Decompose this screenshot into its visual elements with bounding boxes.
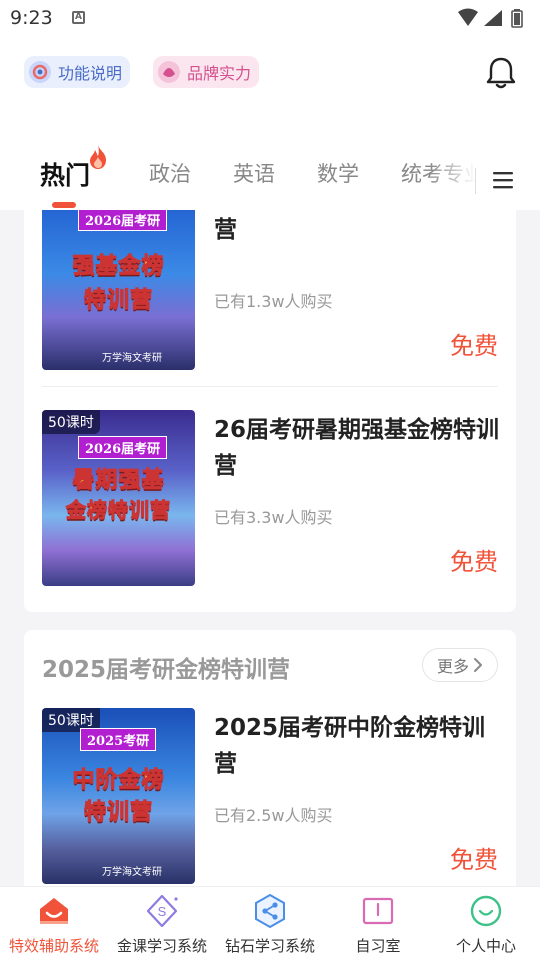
- thumb-tag: 2026届考研: [78, 210, 168, 231]
- thumb-title-line-2: 特训营: [83, 799, 153, 826]
- tab-active-indicator: [52, 202, 76, 208]
- home-icon: [40, 898, 68, 924]
- more-button[interactable]: 更多: [422, 648, 498, 682]
- book-icon: [362, 897, 394, 925]
- profile-icon: [470, 895, 502, 927]
- course-title: 2026届考研强基金榜特训营: [214, 217, 237, 243]
- nav-item-gold-course[interactable]: S 金课学习系统: [108, 887, 216, 960]
- course-price: 免费: [450, 548, 498, 576]
- nav-label: 自习室: [355, 937, 401, 955]
- bell-icon[interactable]: [483, 54, 519, 90]
- nav-label: 金课学习系统: [116, 937, 207, 955]
- nav-item-profile[interactable]: 个人中心: [432, 887, 540, 960]
- chevron-right-icon: [474, 658, 482, 672]
- status-bar: 9:23 A: [0, 0, 540, 36]
- svg-text:S: S: [158, 904, 167, 919]
- category-tabs: 热门 政治 英语 数学 统考专业: [0, 145, 540, 210]
- course-card-section-1: 2026届考研 强基金榜 特训营 万学海文考研 2026届考研强基金榜特训营 已…: [24, 210, 516, 612]
- bottom-nav: 特效辅助系统 S 金课学习系统 钻石学习系统 自习室 个人中心: [0, 886, 540, 960]
- course-hours-badge: 50课时: [42, 410, 100, 434]
- cloud-icon: [29, 61, 51, 83]
- course-thumbnail: 50课时 2026届考研 暑期强基 金榜特训营: [42, 410, 195, 586]
- nav-label: 特效辅助系统: [8, 937, 99, 955]
- fire-icon: [90, 145, 106, 169]
- header: 功能说明 品牌实力 热门 政治 英语 数学 统考专业: [0, 36, 540, 210]
- thumb-tag: 2026届考研: [78, 436, 168, 459]
- thumb-title-line-2: 金榜特训营: [66, 498, 171, 523]
- status-time: 9:23: [10, 7, 53, 29]
- course-sold-count: 已有3.3w人购买: [214, 508, 333, 527]
- tab-politics[interactable]: 政治: [149, 158, 191, 188]
- thumb-title-line-1: 暑期强基: [72, 467, 165, 494]
- system-status-icons: [458, 8, 523, 28]
- tab-english[interactable]: 英语: [233, 158, 275, 188]
- course-price: 免费: [450, 332, 498, 360]
- thumb-title-line-1: 中阶金榜: [72, 767, 165, 794]
- course-item[interactable]: 50课时 2026届考研 暑期强基 金榜特训营 26届考研暑期强基金榜特训营 已…: [42, 410, 499, 586]
- thumb-tag: 2025考研: [80, 728, 157, 751]
- tab-math[interactable]: 数学: [317, 158, 359, 188]
- course-icon: S: [146, 894, 178, 928]
- course-thumbnail: 50课时 2025考研 中阶金榜 特训营 万学海文考研: [42, 708, 195, 884]
- nav-label: 钻石学习系统: [224, 937, 315, 955]
- course-price: 免费: [450, 846, 498, 874]
- share-icon: [255, 893, 285, 929]
- course-card-section-2: 2025届考研金榜特训营 更多 50课时 2025考研 中阶金榜 特训营 万学海…: [24, 630, 516, 886]
- menu-icon[interactable]: [492, 168, 514, 192]
- tab-fade: [430, 154, 476, 210]
- tab-hot[interactable]: 热门: [40, 156, 90, 192]
- brand-strength-label: 品牌实力: [187, 64, 252, 83]
- course-list[interactable]: 2026届考研 强基金榜 特训营 万学海文考研 2026届考研强基金榜特训营 已…: [0, 210, 540, 886]
- course-title: 2025届考研中阶金榜特训营: [214, 715, 486, 777]
- course-thumbnail: 2026届考研 强基金榜 特训营 万学海文考研: [42, 210, 195, 370]
- wifi-icon: [458, 8, 478, 26]
- tab-divider: [475, 168, 476, 194]
- course-title: 26届考研暑期强基金榜特训营: [214, 417, 500, 479]
- section-title: 2025届考研金榜特训营: [42, 657, 291, 683]
- brand-strength-badge[interactable]: 品牌实力: [153, 56, 260, 88]
- signal-icon: [484, 10, 502, 26]
- course-item[interactable]: 50课时 2025考研 中阶金榜 特训营 万学海文考研 2025届考研中阶金榜特…: [42, 708, 498, 884]
- thumb-brand: 万学海文考研: [102, 867, 162, 878]
- thumb-brand: 万学海文考研: [102, 353, 162, 364]
- brand-icon: [158, 61, 180, 83]
- function-guide-label: 功能说明: [58, 64, 123, 83]
- nav-item-diamond-study[interactable]: 钻石学习系统: [216, 887, 324, 960]
- thumb-title-line-2: 特训营: [83, 287, 153, 314]
- more-label: 更多: [436, 657, 469, 676]
- function-guide-badge[interactable]: 功能说明: [24, 56, 131, 88]
- nav-item-effects-assist[interactable]: 特效辅助系统: [0, 887, 108, 960]
- course-sold-count: 已有1.3w人购买: [214, 292, 333, 311]
- course-sold-count: 已有2.5w人购买: [214, 806, 333, 825]
- thumb-title-line-1: 强基金榜: [72, 253, 165, 280]
- nav-item-study-room[interactable]: 自习室: [324, 887, 432, 960]
- keyboard-a-icon: A: [72, 11, 85, 24]
- nav-label: 个人中心: [455, 937, 516, 955]
- course-item[interactable]: 2026届考研 强基金榜 特训营 万学海文考研 2026届考研强基金榜特训营 已…: [42, 210, 498, 370]
- divider: [42, 386, 498, 387]
